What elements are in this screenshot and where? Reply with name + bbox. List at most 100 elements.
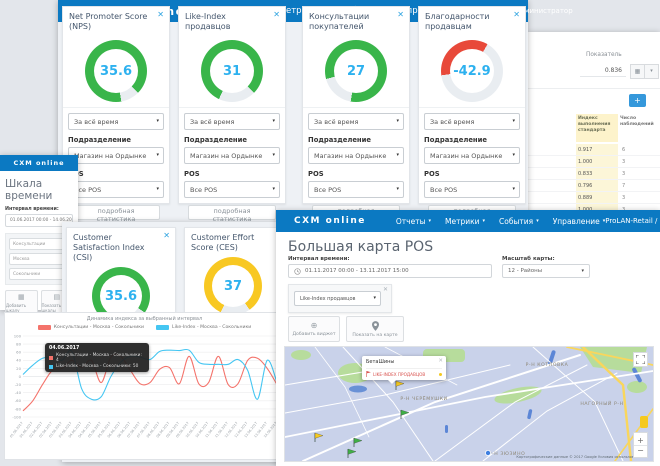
indicator-value[interactable]: 0.836 (580, 64, 626, 77)
gauge-value: 31 (201, 40, 263, 102)
close-icon[interactable]: ✕ (513, 10, 520, 19)
scale-select[interactable]: 12 - Районы▾ (502, 264, 590, 278)
chevron-down-icon: ▾ (483, 219, 486, 224)
chevron-down-icon: ▾ (512, 153, 515, 158)
legend-item[interactable]: Like-Index - Москва - Сокольники (156, 325, 251, 330)
pos-label: POS (308, 170, 404, 178)
svg-text:60: 60 (16, 350, 21, 355)
gauge-value: 37 (204, 257, 262, 313)
svg-text:-20: -20 (15, 382, 22, 387)
app-logo[interactable]: CXM online (13, 159, 64, 167)
chevron-down-icon: ▾ (272, 187, 275, 192)
nav-events[interactable]: События▾ (499, 217, 539, 226)
period-select[interactable]: За всё время▾ (184, 113, 280, 130)
clock-icon (294, 268, 301, 275)
gauge-ring: 35.6 (92, 267, 150, 313)
add-row-button[interactable]: + (629, 94, 646, 107)
svg-text:40: 40 (16, 358, 21, 363)
map-district-label: Р-Н КОТЛОВКА (526, 362, 569, 368)
division-select[interactable]: Магазин на Ордынке▾ (424, 147, 520, 164)
pos-field[interactable]: Сокольники (9, 268, 69, 280)
map-attribution[interactable]: Картографические данные © 2017 Google Ус… (516, 455, 643, 459)
app-logo[interactable]: CXM online (294, 216, 366, 226)
svg-text:-60: -60 (15, 398, 22, 403)
svg-text:80: 80 (16, 342, 21, 347)
pegman-icon[interactable] (640, 416, 648, 428)
chevron-down-icon: ▾ (396, 153, 399, 158)
table-row: 0.9176 (528, 144, 660, 156)
legend-item[interactable]: Консультации - Москва - Сокольники (38, 325, 144, 330)
period-select[interactable]: За всё время▾ (68, 113, 164, 130)
chart-title: Динамика индекса за выбранный интервал (5, 316, 284, 322)
nav-management[interactable]: Управление▾ (553, 217, 606, 226)
chevron-down-icon: ▾ (396, 119, 399, 124)
standards-table-window: Показатель 0.836 ▦ ▾ + Индекс выполнения… (528, 32, 660, 222)
pos-label: POS (68, 170, 164, 178)
division-field[interactable]: Москва (9, 253, 69, 265)
svg-text:-80: -80 (15, 406, 22, 411)
pos-select[interactable]: Все POS▾ (308, 181, 404, 198)
pos-dot-marker[interactable] (485, 450, 490, 455)
card-title: Net Promoter Score (NPS) (63, 7, 169, 34)
close-icon[interactable]: ✕ (163, 231, 170, 240)
close-icon[interactable]: ✕ (438, 358, 443, 364)
metric-widget-panel: Like-Index продавцов▾ ✕ (288, 284, 392, 313)
fullscreen-button[interactable] (633, 352, 648, 367)
close-icon[interactable]: ✕ (157, 10, 164, 19)
metric-select[interactable]: Like-Index продавцов▾ (294, 291, 381, 306)
add-widget-button[interactable]: ⊕ Добавить виджет (288, 316, 340, 342)
nav-reports[interactable]: Отчеты▾ (396, 217, 431, 226)
tooltip-swatch (49, 365, 53, 369)
map-svg: Р-Н КОТЛОВКАР-Н ЧЕРЁМУШКИНАГОРНЫЙ Р-НР-Н… (285, 347, 653, 461)
zoom-out-button[interactable]: − (634, 445, 647, 455)
csi-dashboard-window: Customer Satisfaction Index (CSI) ✕ 35.6… (62, 222, 286, 462)
pos-select[interactable]: Все POS▾ (184, 181, 280, 198)
interval-input[interactable]: 01.11.2017 00:00 - 13.11.2017 15:00 (288, 264, 492, 278)
popup-title: БетаШины (366, 359, 442, 365)
popup-metric-link[interactable]: Like-Index продавцов (366, 368, 442, 377)
account-label[interactable]: ProLAN-Retail / администратор (605, 217, 660, 225)
table-row: 0.7967 (528, 180, 660, 192)
period-select[interactable]: За всё время▾ (308, 113, 404, 130)
pos-select[interactable]: Все POS▾ (424, 181, 520, 198)
show-on-map-button[interactable]: Показать на карте (346, 316, 404, 342)
gauge-ring: 37 (204, 257, 262, 313)
division-label: Подразделение (424, 136, 520, 144)
details-button[interactable]: подробная статистика (188, 205, 276, 220)
map-canvas[interactable]: Р-Н КОТЛОВКАР-Н ЧЕРЁМУШКИНАГОРНЫЙ Р-НР-Н… (284, 346, 654, 462)
division-select[interactable]: Магазин на Ордынке▾ (308, 147, 404, 164)
chart-icon: ▤ (53, 294, 60, 301)
kpi-card-nps: Net Promoter Score (NPS) ✕ 35.6 За всё в… (62, 6, 170, 204)
division-select[interactable]: Магазин на Ордынке▾ (68, 147, 164, 164)
chevron-down-icon: ▾ (272, 153, 275, 158)
division-select[interactable]: Магазин на Ордынке▾ (184, 147, 280, 164)
metric-field[interactable]: Консультации (9, 238, 69, 250)
chevron-down-icon: ▾ (536, 219, 539, 224)
close-icon[interactable]: ✕ (397, 10, 404, 19)
card-title: Благодарности продавцам (419, 7, 525, 34)
svg-text:20: 20 (16, 366, 21, 371)
division-label: Подразделение (68, 136, 164, 144)
zoom-in-button[interactable]: + (637, 436, 644, 445)
status-dot (439, 373, 442, 376)
card-title: Customer Satisfaction Index (CSI) (67, 228, 175, 263)
gauge-ring: 27 (325, 40, 387, 102)
grid-view-button[interactable]: ▦ (630, 64, 645, 79)
close-icon[interactable]: ✕ (383, 286, 388, 293)
table-row: 0.8333 (528, 168, 660, 180)
chevron-down-icon: ▾ (156, 187, 159, 192)
divider (179, 107, 285, 108)
details-button[interactable]: подробная статистика (72, 205, 160, 220)
legend-swatch (38, 325, 51, 330)
pos-select[interactable]: Все POS▾ (68, 181, 164, 198)
page-title: Большая карта POS (288, 239, 660, 255)
period-select[interactable]: За всё время▾ (424, 113, 520, 130)
nav-metrics[interactable]: Метрики▾ (445, 217, 485, 226)
close-icon[interactable]: ✕ (273, 10, 280, 19)
gauge-ring: 31 (201, 40, 263, 102)
zoom-control[interactable]: + − (633, 432, 648, 458)
dropdown-button[interactable]: ▾ (644, 64, 659, 79)
divider (303, 107, 409, 108)
map-district-label: Р-Н ЧЕРЁМУШКИ (400, 395, 447, 402)
chevron-down-icon: ▾ (272, 119, 275, 124)
